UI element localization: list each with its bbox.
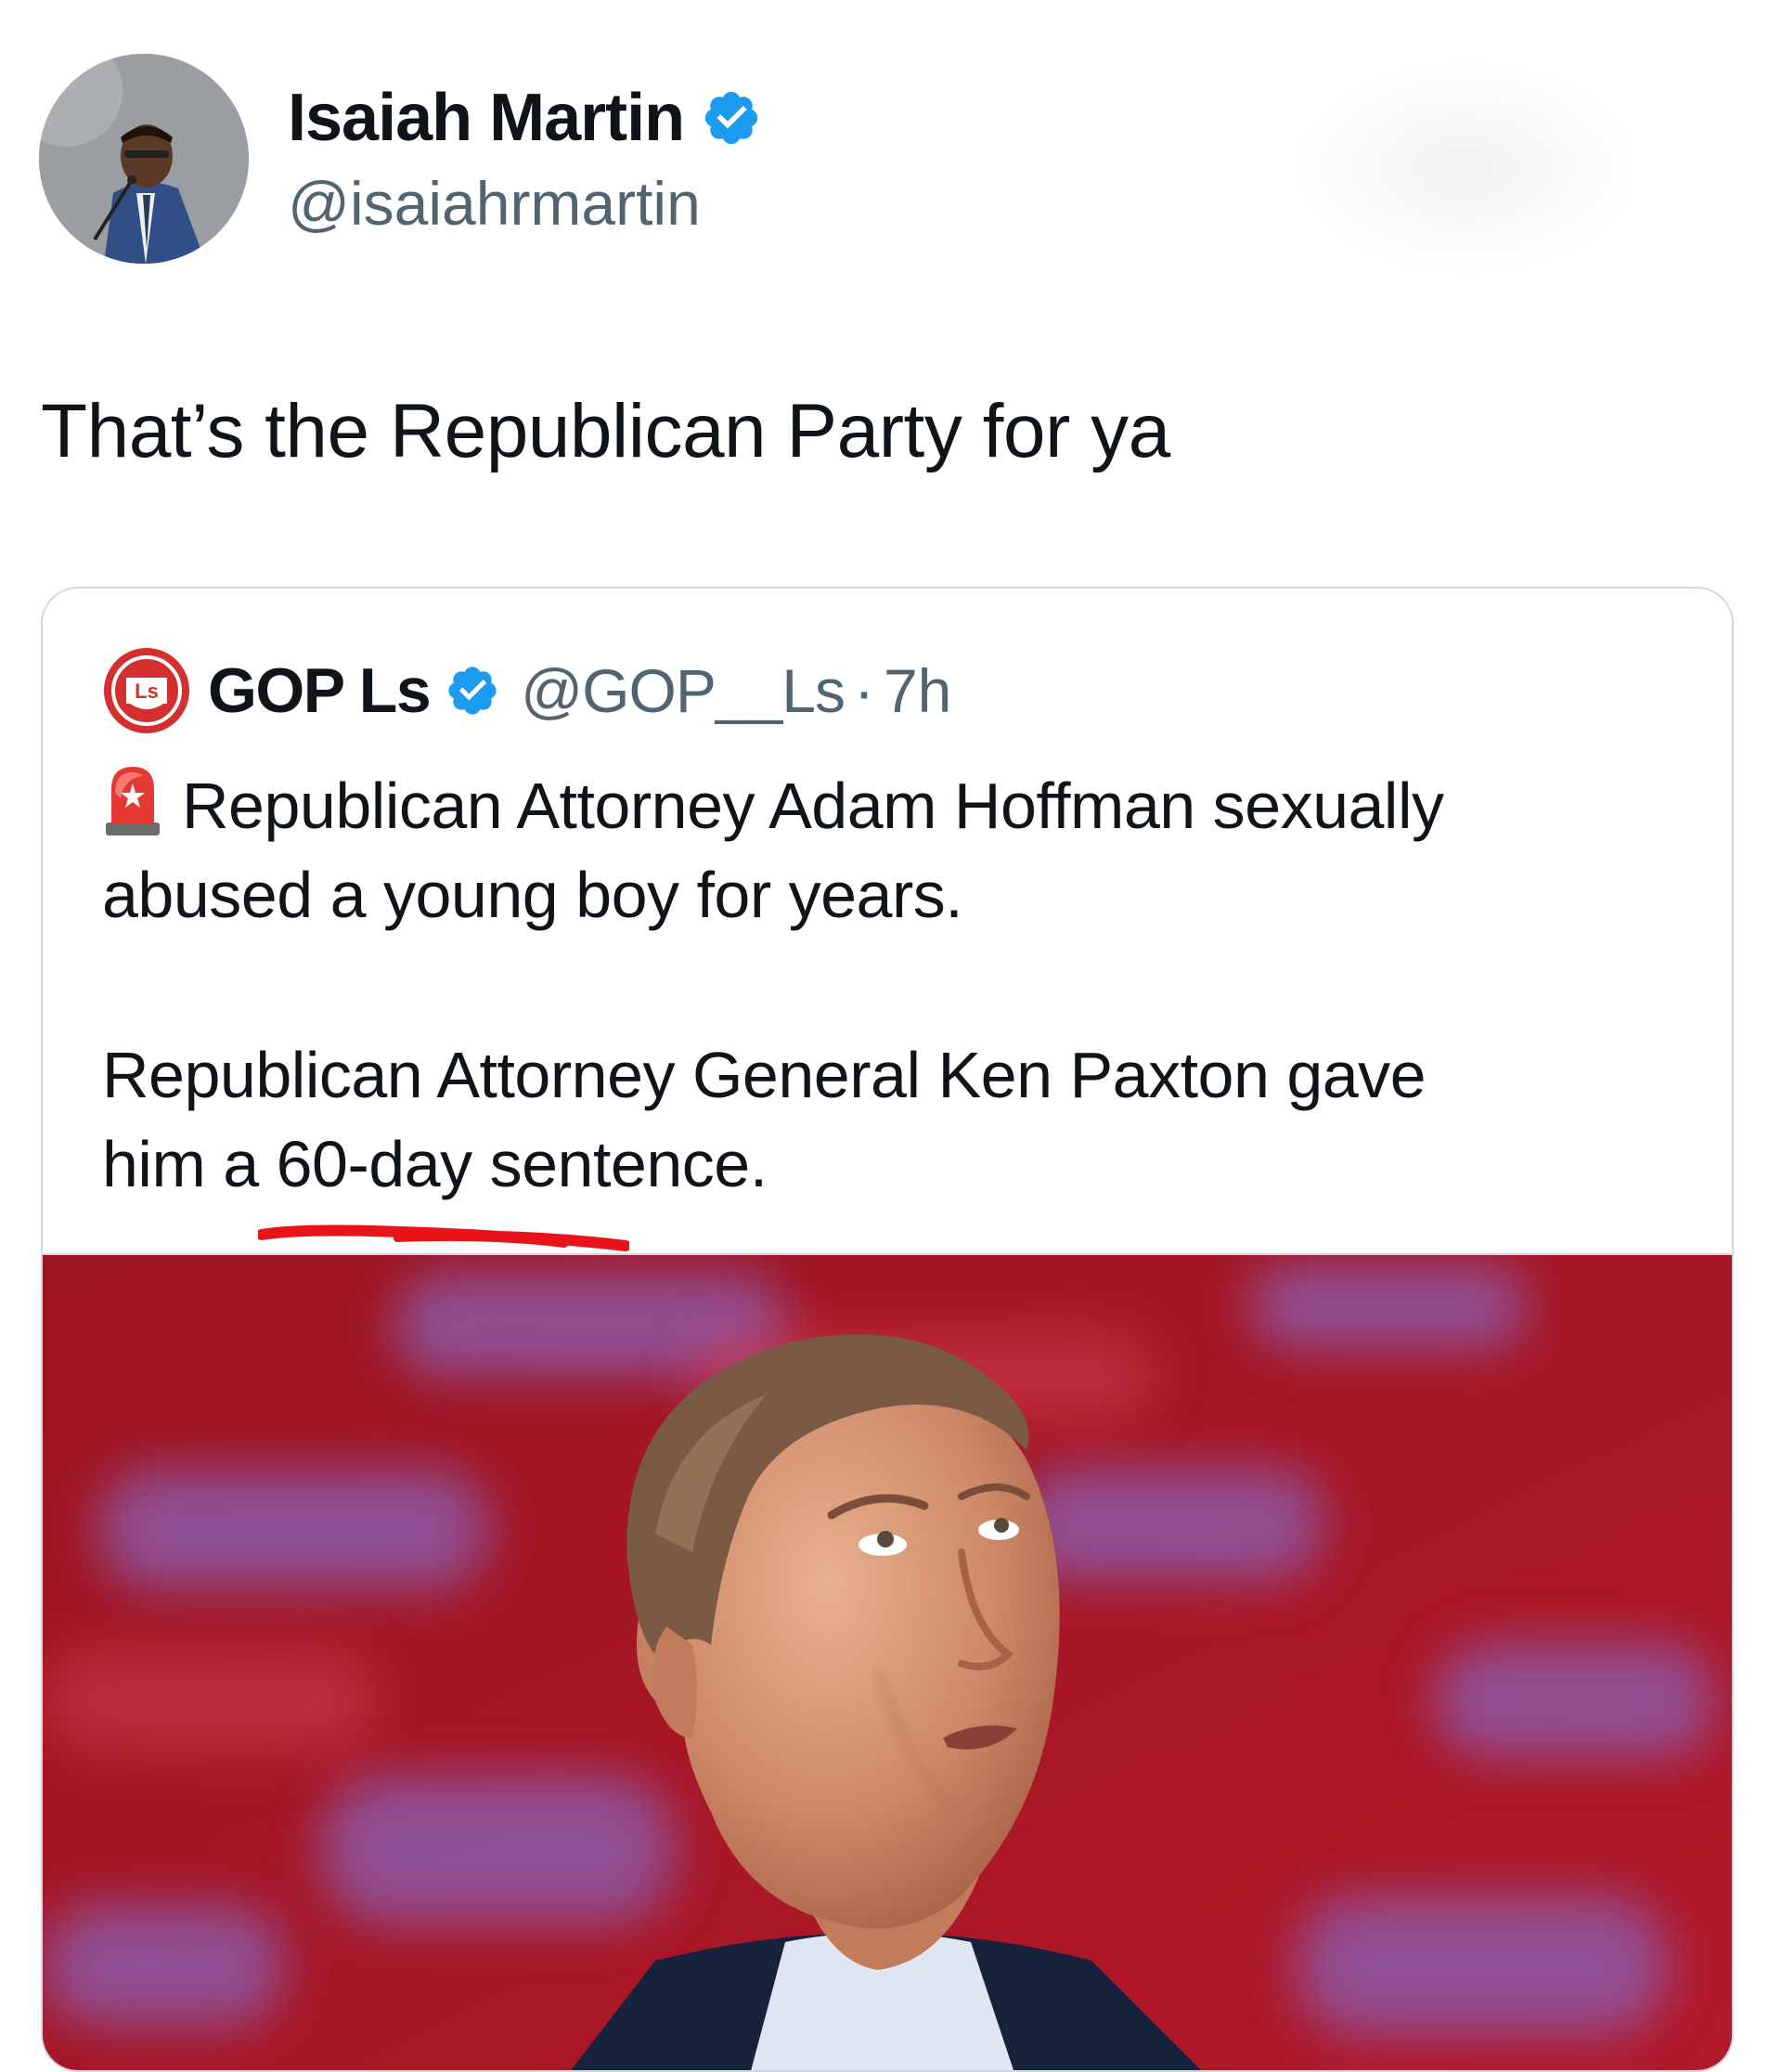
red-underline-annotation (258, 1224, 629, 1251)
avatar[interactable] (39, 54, 249, 264)
author-handle[interactable]: @isaiahrmartin (288, 168, 762, 239)
verified-badge-icon (704, 91, 758, 145)
author-name-line: Isaiah Martin (288, 79, 762, 157)
quoted-paragraph-2: Republican Attorney General Ken Paxton g… (102, 1030, 1680, 1209)
post-timestamp[interactable]: 7h (884, 655, 951, 726)
paragraph-1-line-b: abused a young boy for years. (102, 859, 963, 931)
logo-text: Ls (135, 680, 159, 703)
quoted-author-handle[interactable]: @GOP__Ls (521, 655, 846, 726)
paragraph-1-line-a: Republican Attorney Adam Hoffman sexuall… (182, 770, 1444, 842)
quoted-post-card[interactable]: Ls GOP Ls @GOP__Ls · 7h Republican Attor… (41, 587, 1734, 2072)
faded-area (1299, 65, 1634, 269)
post-text: That’s the Republican Party for ya (41, 389, 1170, 473)
quoted-post-image[interactable] (43, 1253, 1732, 2070)
separator-dot: · (853, 656, 874, 725)
quoted-post-header: Ls GOP Ls @GOP__Ls · 7h (102, 646, 951, 735)
verified-badge-icon (448, 667, 497, 715)
author-block: Isaiah Martin @isaiahrmartin (288, 79, 762, 239)
gop-ls-logo-icon[interactable]: Ls (102, 646, 191, 735)
avatar-photo (39, 54, 249, 264)
photo-man-looking-up (43, 1255, 1732, 2070)
paragraph-2-line-2: him a 60-day sentence. (102, 1128, 768, 1200)
quoted-paragraph-1: Republican Attorney Adam Hoffman sexuall… (102, 761, 1680, 939)
post-header: Isaiah Martin @isaiahrmartin (39, 54, 762, 264)
rotating-light-icon (106, 767, 160, 835)
paragraph-2-line-1: Republican Attorney General Ken Paxton g… (102, 1039, 1427, 1111)
quoted-post-text: Republican Attorney Adam Hoffman sexuall… (102, 761, 1680, 1209)
author-display-name[interactable]: Isaiah Martin (288, 79, 685, 157)
quoted-author-name[interactable]: GOP Ls (208, 654, 432, 727)
